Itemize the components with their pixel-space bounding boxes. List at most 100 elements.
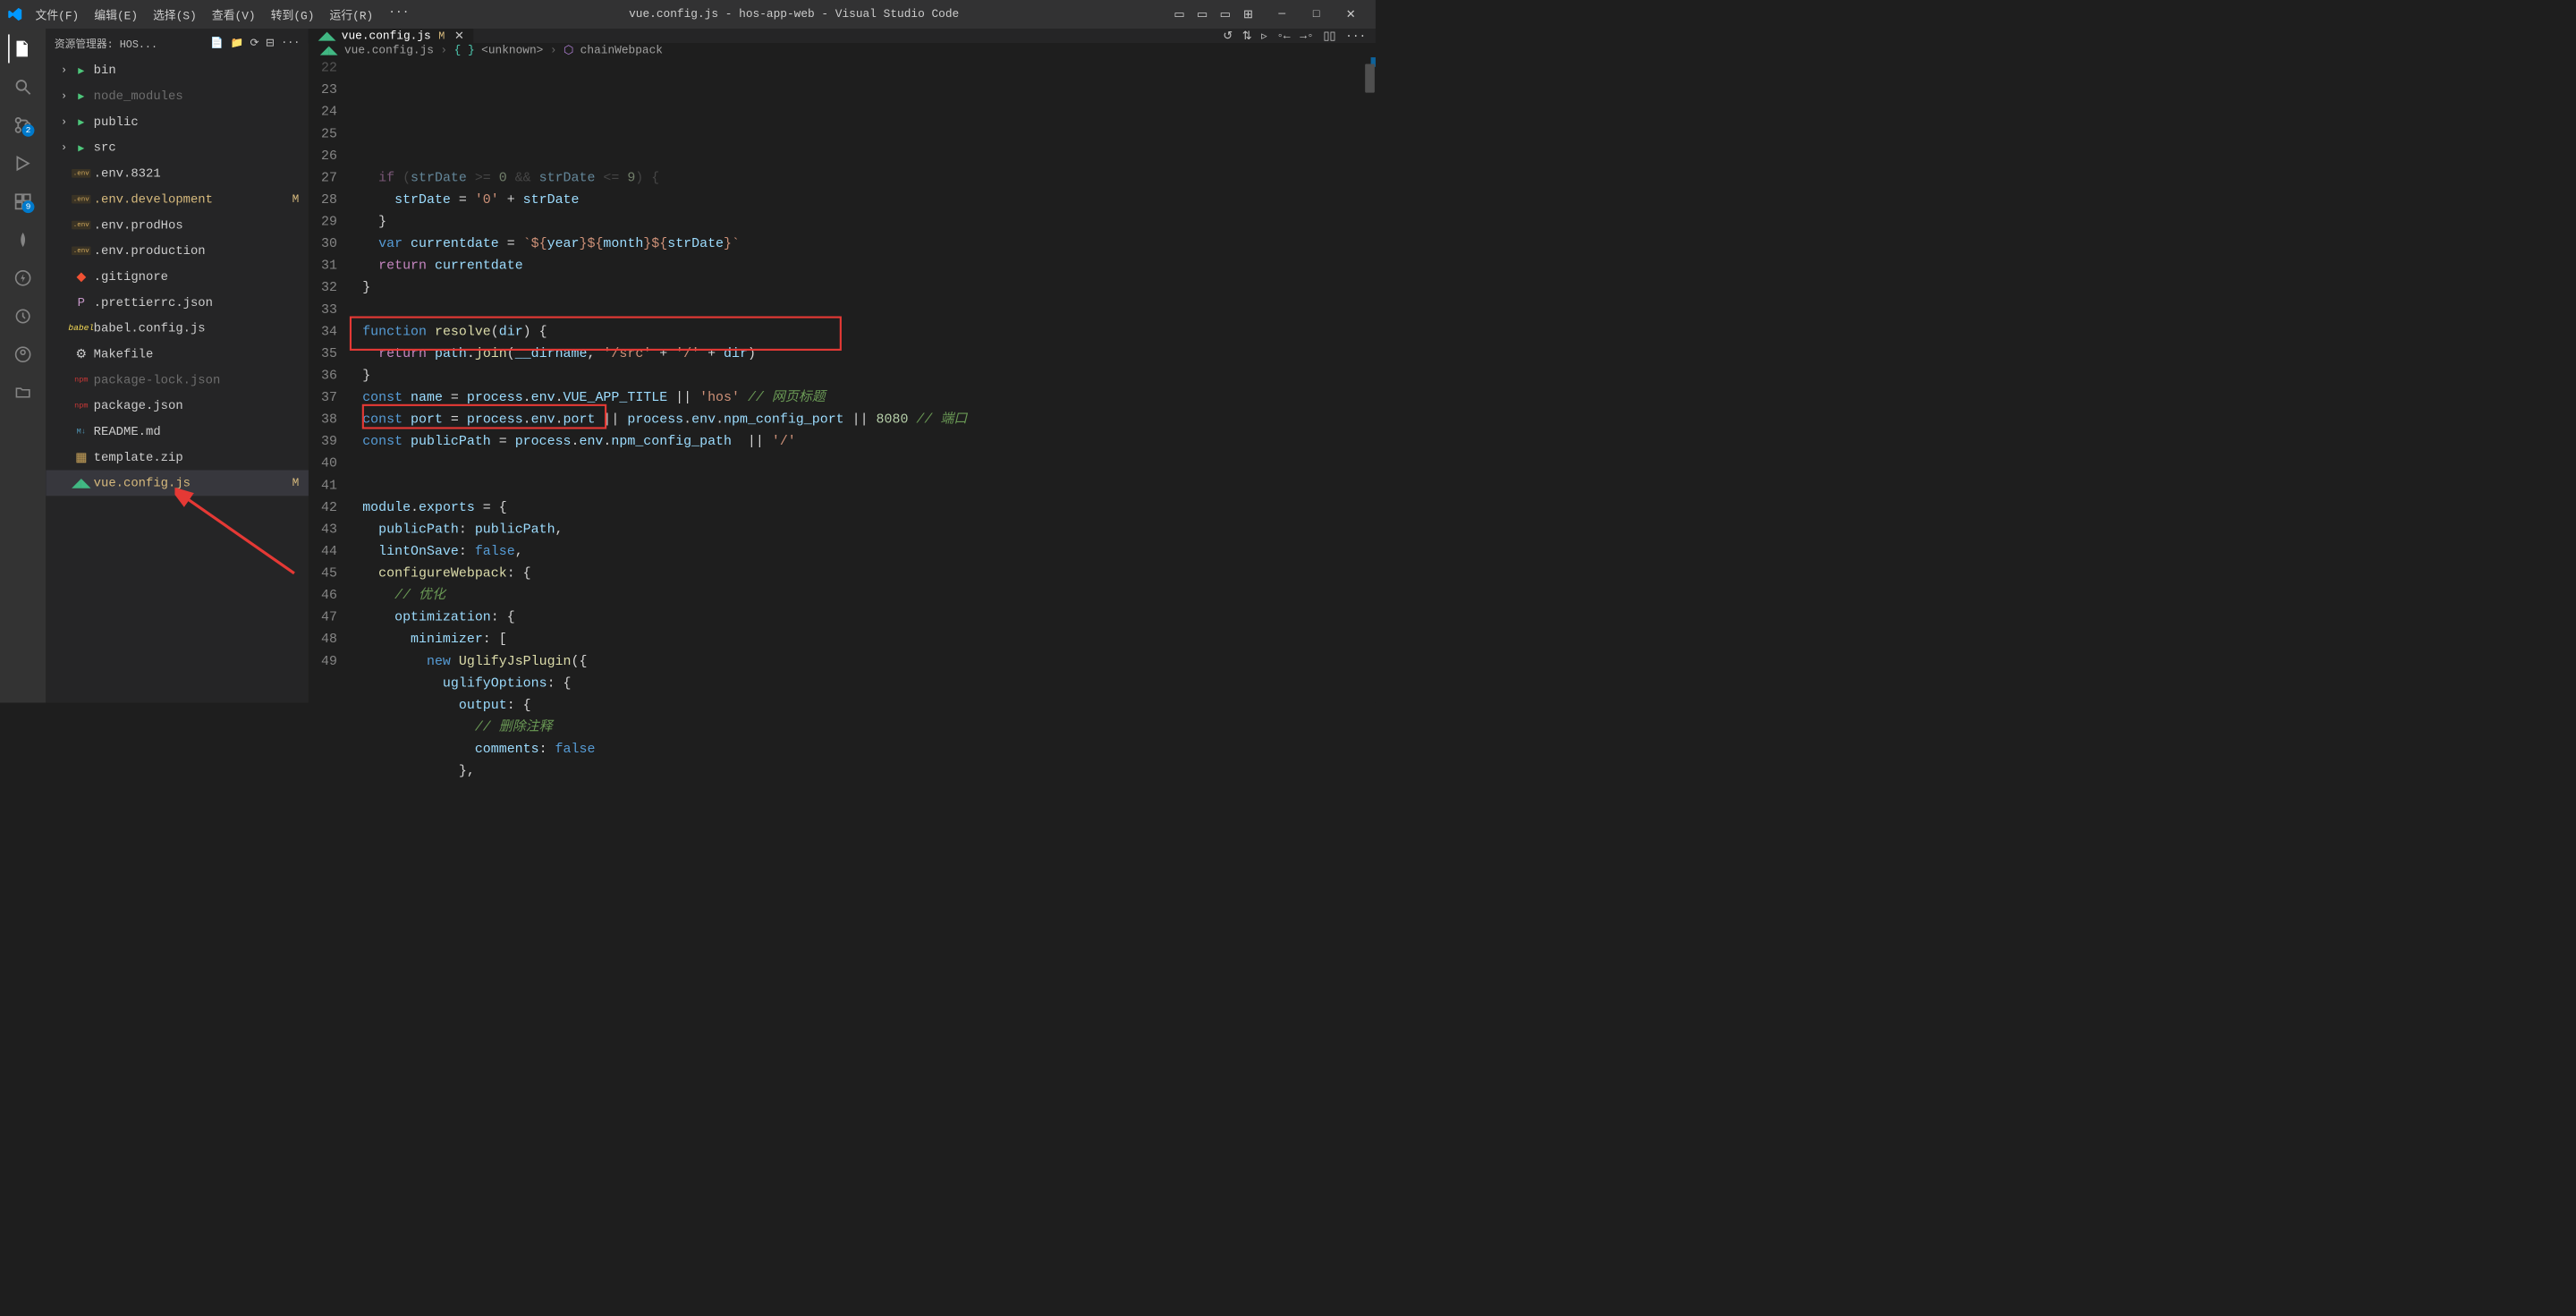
activity-profile[interactable]: [9, 340, 38, 369]
file-item[interactable]: babelbabel.config.js: [46, 315, 309, 341]
compare-icon[interactable]: ⇅: [1242, 29, 1252, 43]
activity-explorer[interactable]: [8, 34, 37, 63]
scrollbar-thumb[interactable]: [1365, 64, 1375, 93]
folder-name: public: [94, 115, 139, 129]
panel-left-icon[interactable]: ▭: [1172, 7, 1186, 21]
code-line[interactable]: return currentdate: [354, 255, 1376, 277]
code-line[interactable]: configureWebpack: {: [354, 563, 1376, 585]
menu-edit[interactable]: 编辑(E): [88, 4, 145, 24]
code-line[interactable]: [354, 453, 1376, 475]
more-actions-icon[interactable]: ···: [1345, 30, 1366, 42]
code-line[interactable]: lintOnSave: false,: [354, 540, 1376, 563]
nav-right-icon[interactable]: →◦: [1300, 30, 1313, 42]
activity-thunder[interactable]: [9, 264, 38, 293]
menu-more[interactable]: ···: [382, 4, 416, 24]
layout-grid-icon[interactable]: ⊞: [1241, 7, 1255, 21]
new-file-icon[interactable]: 📄: [210, 37, 224, 49]
line-number: 33: [309, 299, 337, 321]
line-number: 34: [309, 321, 337, 344]
minimize-button[interactable]: ─: [1265, 0, 1299, 29]
code-line[interactable]: var currentdate = `${year}${month}${strD…: [354, 233, 1376, 256]
file-item[interactable]: P.prettierrc.json: [46, 290, 309, 316]
menu-select[interactable]: 选择(S): [147, 4, 204, 24]
code-line[interactable]: publicPath: publicPath,: [354, 519, 1376, 541]
ext-badge: 9: [22, 200, 35, 213]
vertical-scrollbar[interactable]: [1364, 57, 1376, 783]
activity-mongo[interactable]: [9, 225, 38, 254]
code-line[interactable]: new UglifyJsPlugin({: [354, 650, 1376, 673]
code-line[interactable]: module.exports = {: [354, 497, 1376, 519]
code-line[interactable]: const port = process.env.port || process…: [354, 409, 1376, 431]
activity-search[interactable]: [9, 72, 38, 101]
code-editor[interactable]: 2223242526272829303132333435363738394041…: [309, 57, 1376, 783]
maximize-button[interactable]: □: [1299, 0, 1333, 29]
activity-folder[interactable]: [9, 378, 38, 407]
file-item[interactable]: ▦template.zip: [46, 445, 309, 471]
file-item[interactable]: npmpackage.json: [46, 393, 309, 419]
file-item[interactable]: .env.env.prodHos: [46, 212, 309, 238]
collapse-icon[interactable]: ⊟: [266, 37, 275, 49]
code-line[interactable]: minimizer: [: [354, 629, 1376, 651]
code-line[interactable]: },: [354, 760, 1376, 783]
code-line[interactable]: comments: false: [354, 739, 1376, 761]
code-line[interactable]: [354, 475, 1376, 497]
code-line[interactable]: optimization: {: [354, 607, 1376, 629]
folder-item[interactable]: ›▸bin: [46, 57, 309, 83]
explorer-actions: 📄 📁 ⟳ ⊟ ···: [210, 37, 300, 49]
code-line[interactable]: // 删除注释: [354, 717, 1376, 739]
file-item[interactable]: npmpackage-lock.json: [46, 367, 309, 393]
activity-time[interactable]: [9, 301, 38, 330]
menu-view[interactable]: 查看(V): [205, 4, 262, 24]
breadcrumb-part3[interactable]: chainWebpack: [580, 44, 663, 56]
code-line[interactable]: // 优化: [354, 585, 1376, 607]
line-number: 38: [309, 409, 337, 431]
file-item[interactable]: ⚙Makefile: [46, 341, 309, 367]
file-item[interactable]: ◢◣vue.config.jsM: [46, 470, 309, 496]
code-line[interactable]: return path.join(__dirname, '/src' + '/'…: [354, 343, 1376, 365]
run-icon[interactable]: ▹: [1261, 29, 1267, 43]
code-content[interactable]: if (strDate >= 0 && strDate <= 9) { strD…: [351, 57, 1376, 783]
menu-file[interactable]: 文件(F): [29, 4, 86, 24]
more-icon[interactable]: ···: [281, 37, 300, 49]
history-icon[interactable]: ↺: [1223, 29, 1233, 43]
menu-goto[interactable]: 转到(G): [264, 4, 321, 24]
folder-icon: ▸: [74, 63, 88, 78]
folder-item[interactable]: ›▸node_modules: [46, 83, 309, 109]
code-line[interactable]: output: {: [354, 694, 1376, 717]
activity-scm[interactable]: 2: [9, 111, 38, 140]
panel-bottom-icon[interactable]: ▭: [1195, 7, 1209, 21]
code-line[interactable]: [354, 299, 1376, 321]
file-item[interactable]: .env.env.developmentM: [46, 186, 309, 212]
tab-vue-config[interactable]: ◢◣ vue.config.js M ✕: [309, 29, 473, 43]
code-line[interactable]: }: [354, 365, 1376, 387]
code-line[interactable]: const name = process.env.VUE_APP_TITLE |…: [354, 387, 1376, 410]
code-line[interactable]: }: [354, 211, 1376, 233]
file-item[interactable]: ◆.gitignore: [46, 264, 309, 290]
activity-bar: 2 9: [0, 29, 46, 702]
code-line[interactable]: if (strDate >= 0 && strDate <= 9) {: [354, 167, 1376, 190]
breadcrumb-part2[interactable]: <unknown>: [481, 44, 543, 56]
code-line[interactable]: const publicPath = process.env.npm_confi…: [354, 431, 1376, 454]
file-item[interactable]: .env.env.8321: [46, 160, 309, 186]
split-icon[interactable]: ▯▯: [1323, 29, 1335, 43]
code-line[interactable]: function resolve(dir) {: [354, 321, 1376, 344]
folder-item[interactable]: ›▸public: [46, 109, 309, 135]
refresh-icon[interactable]: ⟳: [250, 37, 259, 49]
new-folder-icon[interactable]: 📁: [230, 37, 243, 49]
tab-close-icon[interactable]: ✕: [454, 29, 464, 43]
activity-debug[interactable]: [9, 149, 38, 178]
code-line[interactable]: }: [354, 277, 1376, 300]
menu-run[interactable]: 运行(R): [323, 4, 380, 24]
breadcrumb-file[interactable]: vue.config.js: [344, 44, 434, 56]
code-line[interactable]: strDate = '0' + strDate: [354, 189, 1376, 211]
file-item[interactable]: .env.env.production: [46, 238, 309, 264]
file-tree[interactable]: ›▸bin›▸node_modules›▸public›▸src.env.env…: [46, 57, 309, 702]
panel-right-icon[interactable]: ▭: [1218, 7, 1233, 21]
file-item[interactable]: M↓README.md: [46, 419, 309, 445]
close-button[interactable]: ✕: [1334, 0, 1368, 29]
activity-extensions[interactable]: 9: [9, 187, 38, 216]
code-line[interactable]: uglifyOptions: {: [354, 673, 1376, 695]
folder-item[interactable]: ›▸src: [46, 135, 309, 161]
breadcrumb[interactable]: ◢◣ vue.config.js › { } <unknown> › ⬡ cha…: [309, 43, 1376, 57]
nav-left-icon[interactable]: ◦←: [1276, 30, 1290, 42]
